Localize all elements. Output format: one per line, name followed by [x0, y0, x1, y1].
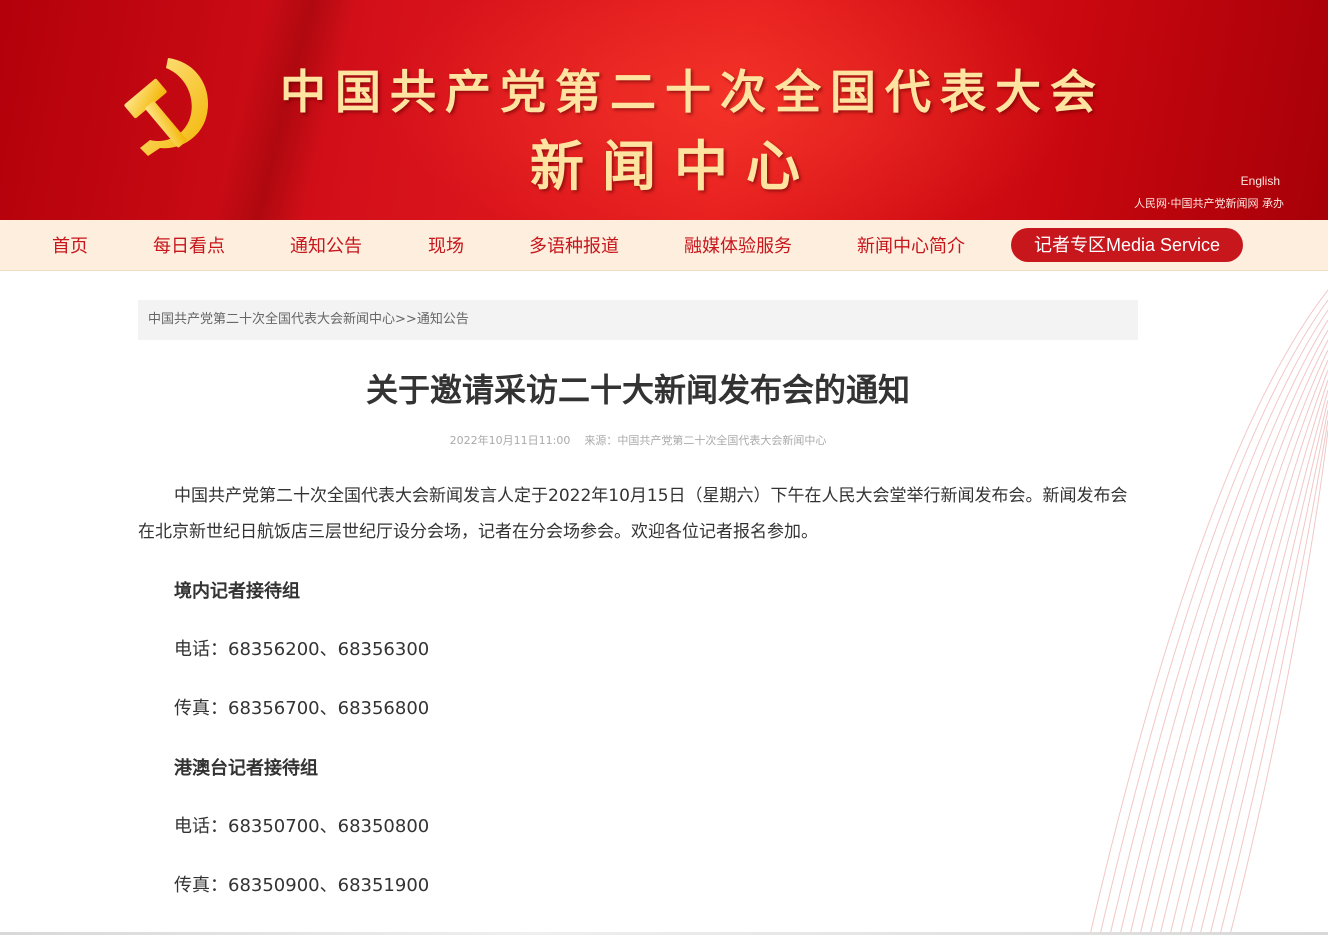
hk-macao-taiwan-phone: 电话：68350700、68350800 [174, 816, 430, 837]
breadcrumb-separator: >> [395, 312, 417, 327]
domestic-fax: 传真：68356700、68356800 [174, 698, 430, 719]
host-text: 人民网·中国共产党新闻网 承办 [1134, 197, 1284, 210]
banner-subtitle: 新闻中心 [530, 134, 818, 198]
media-service-button[interactable]: 记者专区Media Service [1011, 228, 1243, 262]
nav-item-media-experience[interactable]: 融媒体验服务 [684, 232, 792, 258]
nav-item-live[interactable]: 现场 [428, 232, 464, 258]
breadcrumb-home-link[interactable]: 中国共产党第二十次全国代表大会新闻中心 [148, 312, 395, 327]
hk-macao-taiwan-fax: 传真：68350900、68351900 [174, 875, 430, 896]
hammer-and-sickle-icon [124, 58, 209, 156]
nav-item-notices[interactable]: 通知公告 [290, 232, 362, 258]
english-link[interactable]: English [1241, 174, 1280, 188]
article-title: 关于邀请采访二十大新闻发布会的通知 [365, 371, 910, 409]
article-intro-paragraph: 中国共产党第二十次全国代表大会新闻发言人定于2022年10月15日（星期六）下午… [138, 486, 1128, 542]
nav-item-multilingual[interactable]: 多语种报道 [529, 232, 619, 258]
nav-item-about[interactable]: 新闻中心简介 [857, 232, 965, 258]
nav-item-daily-highlights[interactable]: 每日看点 [153, 232, 225, 258]
group-heading-hk-macao-taiwan: 港澳台记者接待组 [174, 758, 318, 779]
breadcrumb: 中国共产党第二十次全国代表大会新闻中心>>通知公告 [138, 300, 1138, 340]
domestic-phone: 电话：68356200、68356300 [174, 639, 430, 660]
article-source: 来源：中国共产党第二十次全国代表大会新闻中心 [584, 434, 827, 447]
nav-item-home[interactable]: 首页 [52, 232, 88, 258]
article-meta: 2022年10月11日11:00 来源：中国共产党第二十次全国代表大会新闻中心 [138, 432, 1138, 448]
banner-title: 中国共产党第二十次全国代表大会 [280, 65, 1105, 119]
group-heading-domestic: 境内记者接待组 [174, 581, 300, 602]
header-banner: 中国共产党第二十次全国代表大会 新闻中心 English 人民网·中国共产党新闻… [0, 0, 1328, 220]
article-datetime: 2022年10月11日11:00 [449, 434, 571, 447]
breadcrumb-current-link[interactable]: 通知公告 [417, 312, 469, 327]
main-nav: 首页 每日看点 通知公告 现场 多语种报道 融媒体验服务 新闻中心简介 记者专区… [0, 220, 1328, 271]
